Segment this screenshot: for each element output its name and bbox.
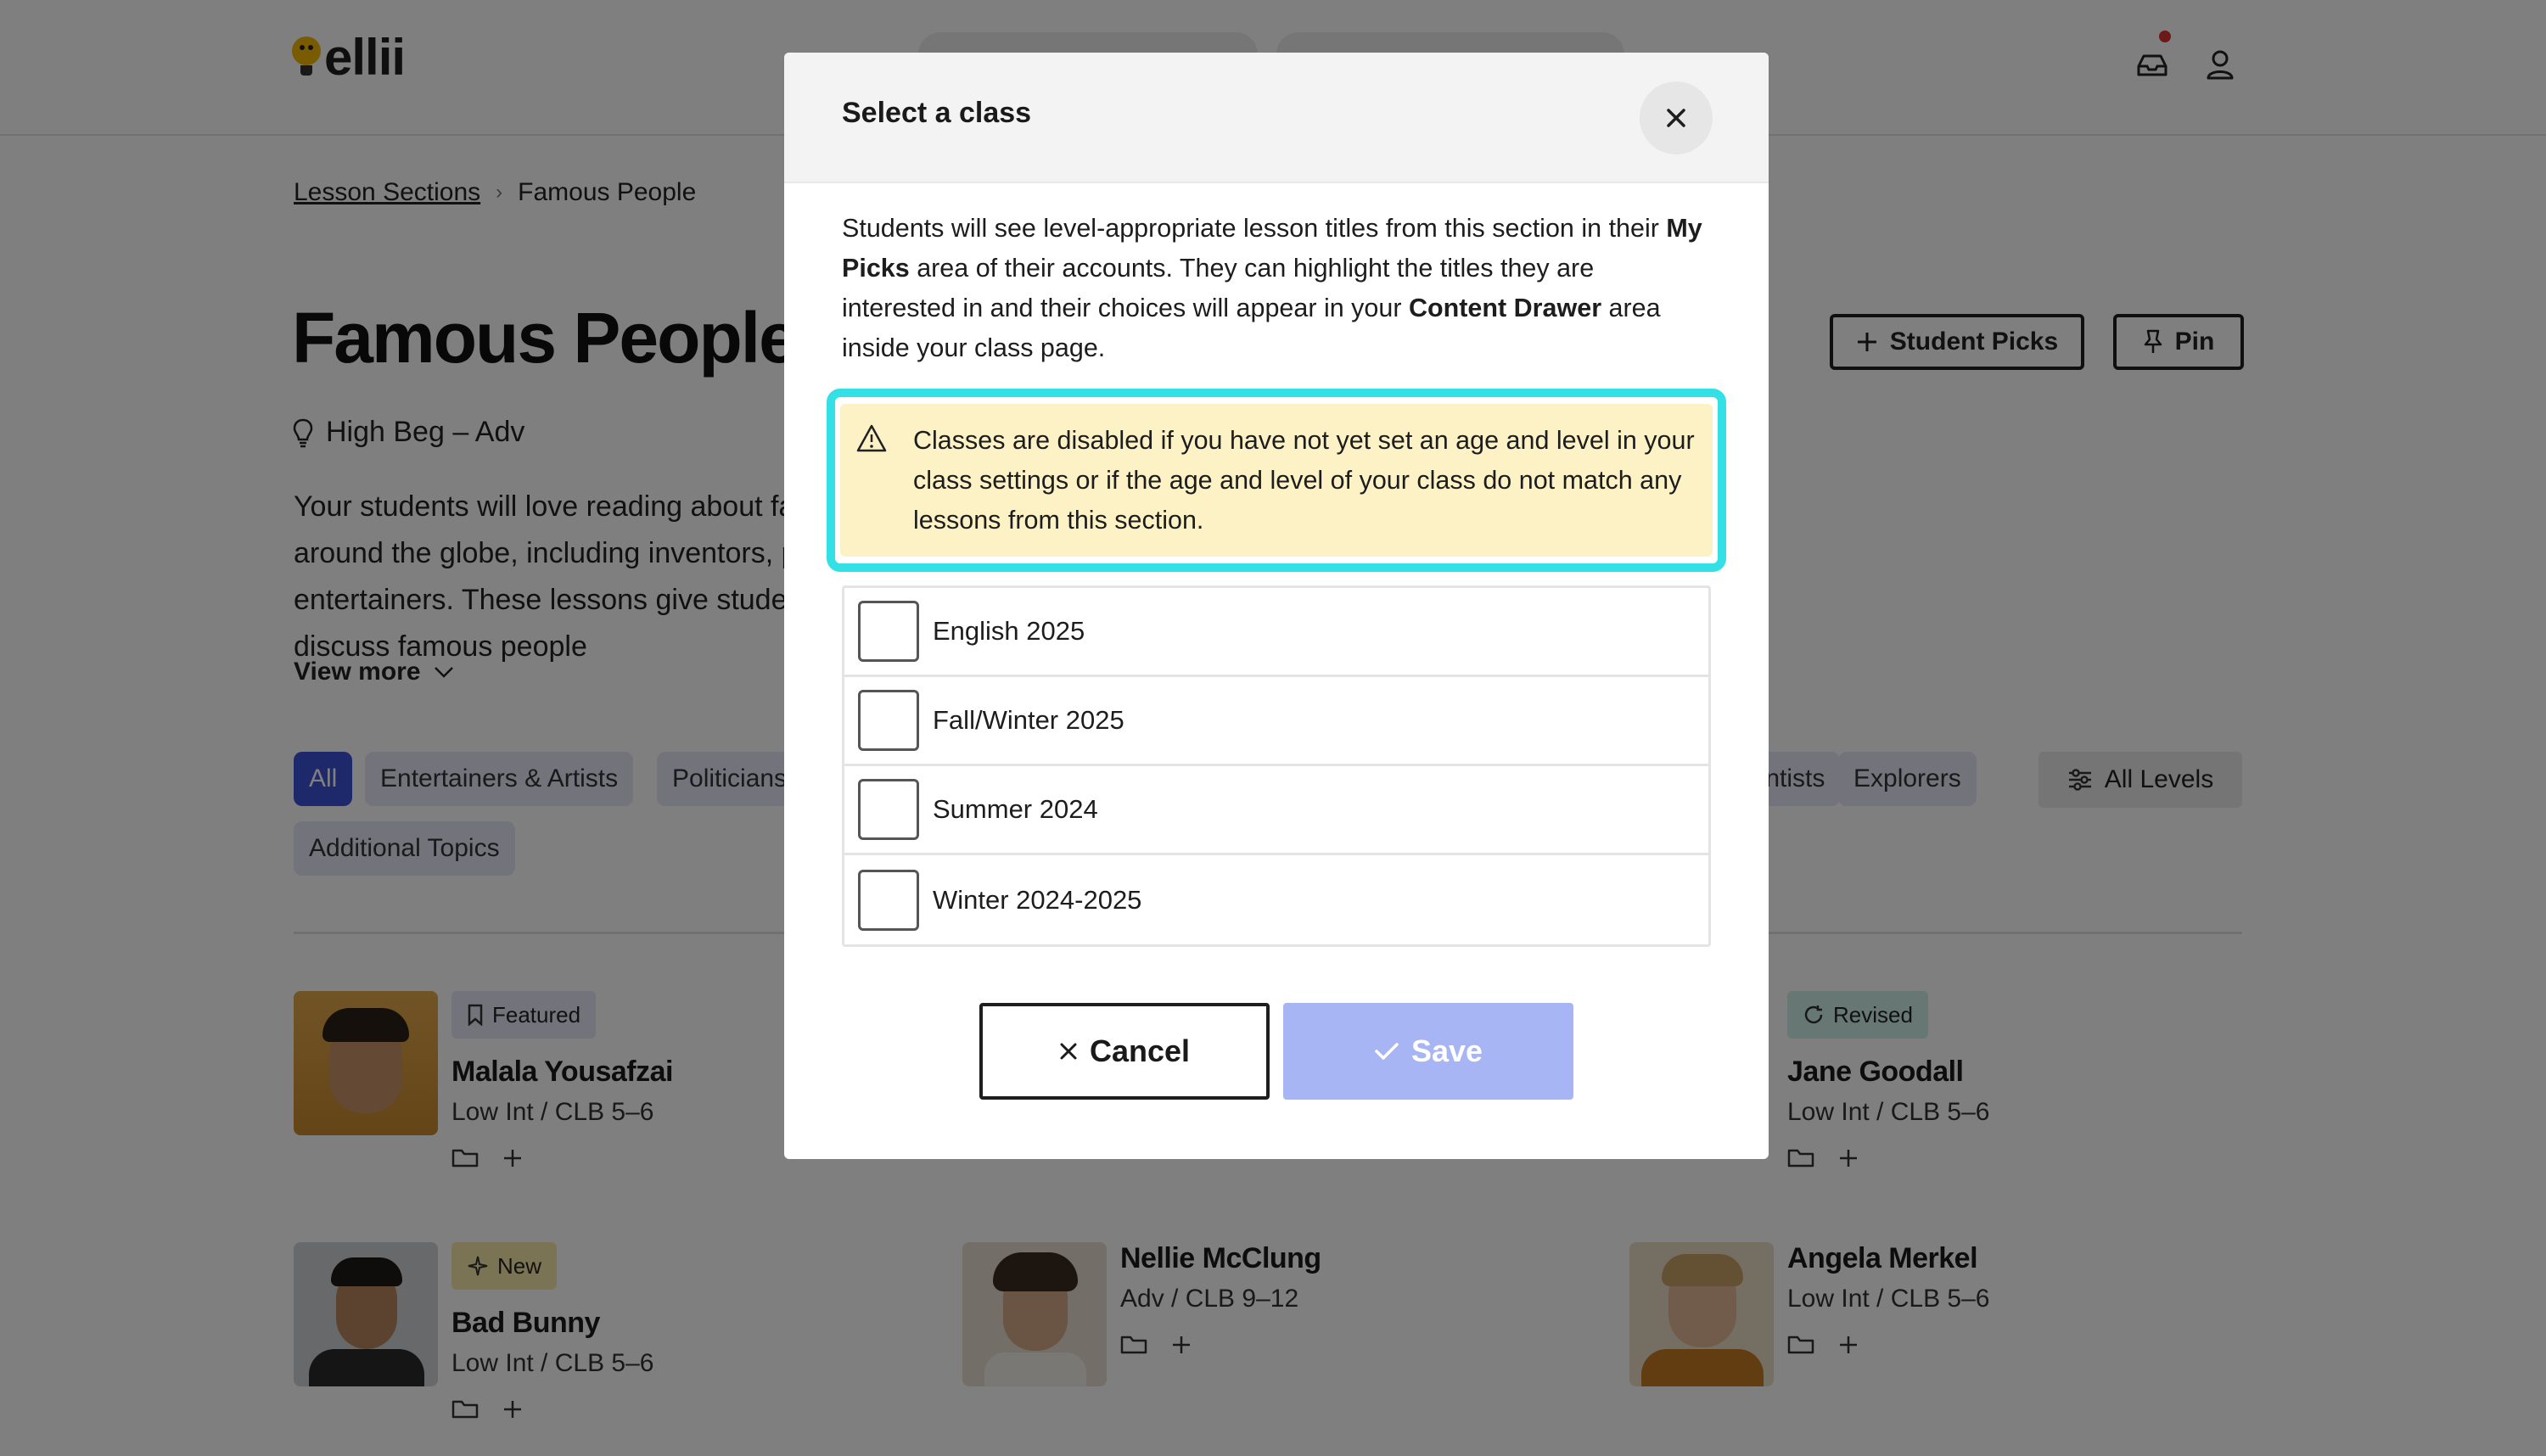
select-class-dialog: Select a class Students will see level-a… (784, 53, 1769, 1159)
class-list: English 2025 Fall/Winter 2025 Summer 202… (842, 585, 1711, 947)
class-option-summer-2024[interactable]: Summer 2024 (844, 766, 1708, 855)
class-option-label: Summer 2024 (933, 794, 1098, 824)
class-option-english-2025[interactable]: English 2025 (844, 588, 1708, 677)
class-option-label: Winter 2024-2025 (933, 884, 1142, 915)
dialog-header: Select a class (784, 53, 1769, 183)
save-button[interactable]: Save (1283, 1003, 1573, 1100)
class-checkbox[interactable] (858, 779, 919, 840)
close-icon (1060, 1043, 1077, 1060)
close-button[interactable] (1640, 81, 1713, 154)
intro-text-part: Students will see level-appropriate less… (842, 214, 1667, 243)
dialog-title: Select a class (842, 97, 1032, 129)
class-option-label: Fall/Winter 2025 (933, 705, 1124, 735)
warning-message: Classes are disabled if you have not yet… (913, 426, 1695, 535)
class-checkbox[interactable] (858, 601, 919, 662)
cancel-label: Cancel (1089, 1033, 1191, 1068)
class-option-fall-winter-2025[interactable]: Fall/Winter 2025 (844, 677, 1708, 766)
class-checkbox[interactable] (858, 690, 919, 751)
class-option-winter-2024-2025[interactable]: Winter 2024-2025 (844, 855, 1708, 944)
class-option-label: English 2025 (933, 616, 1085, 646)
cancel-button[interactable]: Cancel (979, 1003, 1270, 1100)
content-drawer-emphasis: Content Drawer (1408, 294, 1602, 322)
class-checkbox[interactable] (858, 869, 919, 931)
warning-triangle-icon (856, 424, 887, 452)
dialog-intro-text: Students will see level-appropriate less… (842, 209, 1711, 368)
close-icon (1667, 109, 1685, 127)
save-label: Save (1410, 1033, 1483, 1068)
checkmark-icon (1375, 1043, 1399, 1060)
